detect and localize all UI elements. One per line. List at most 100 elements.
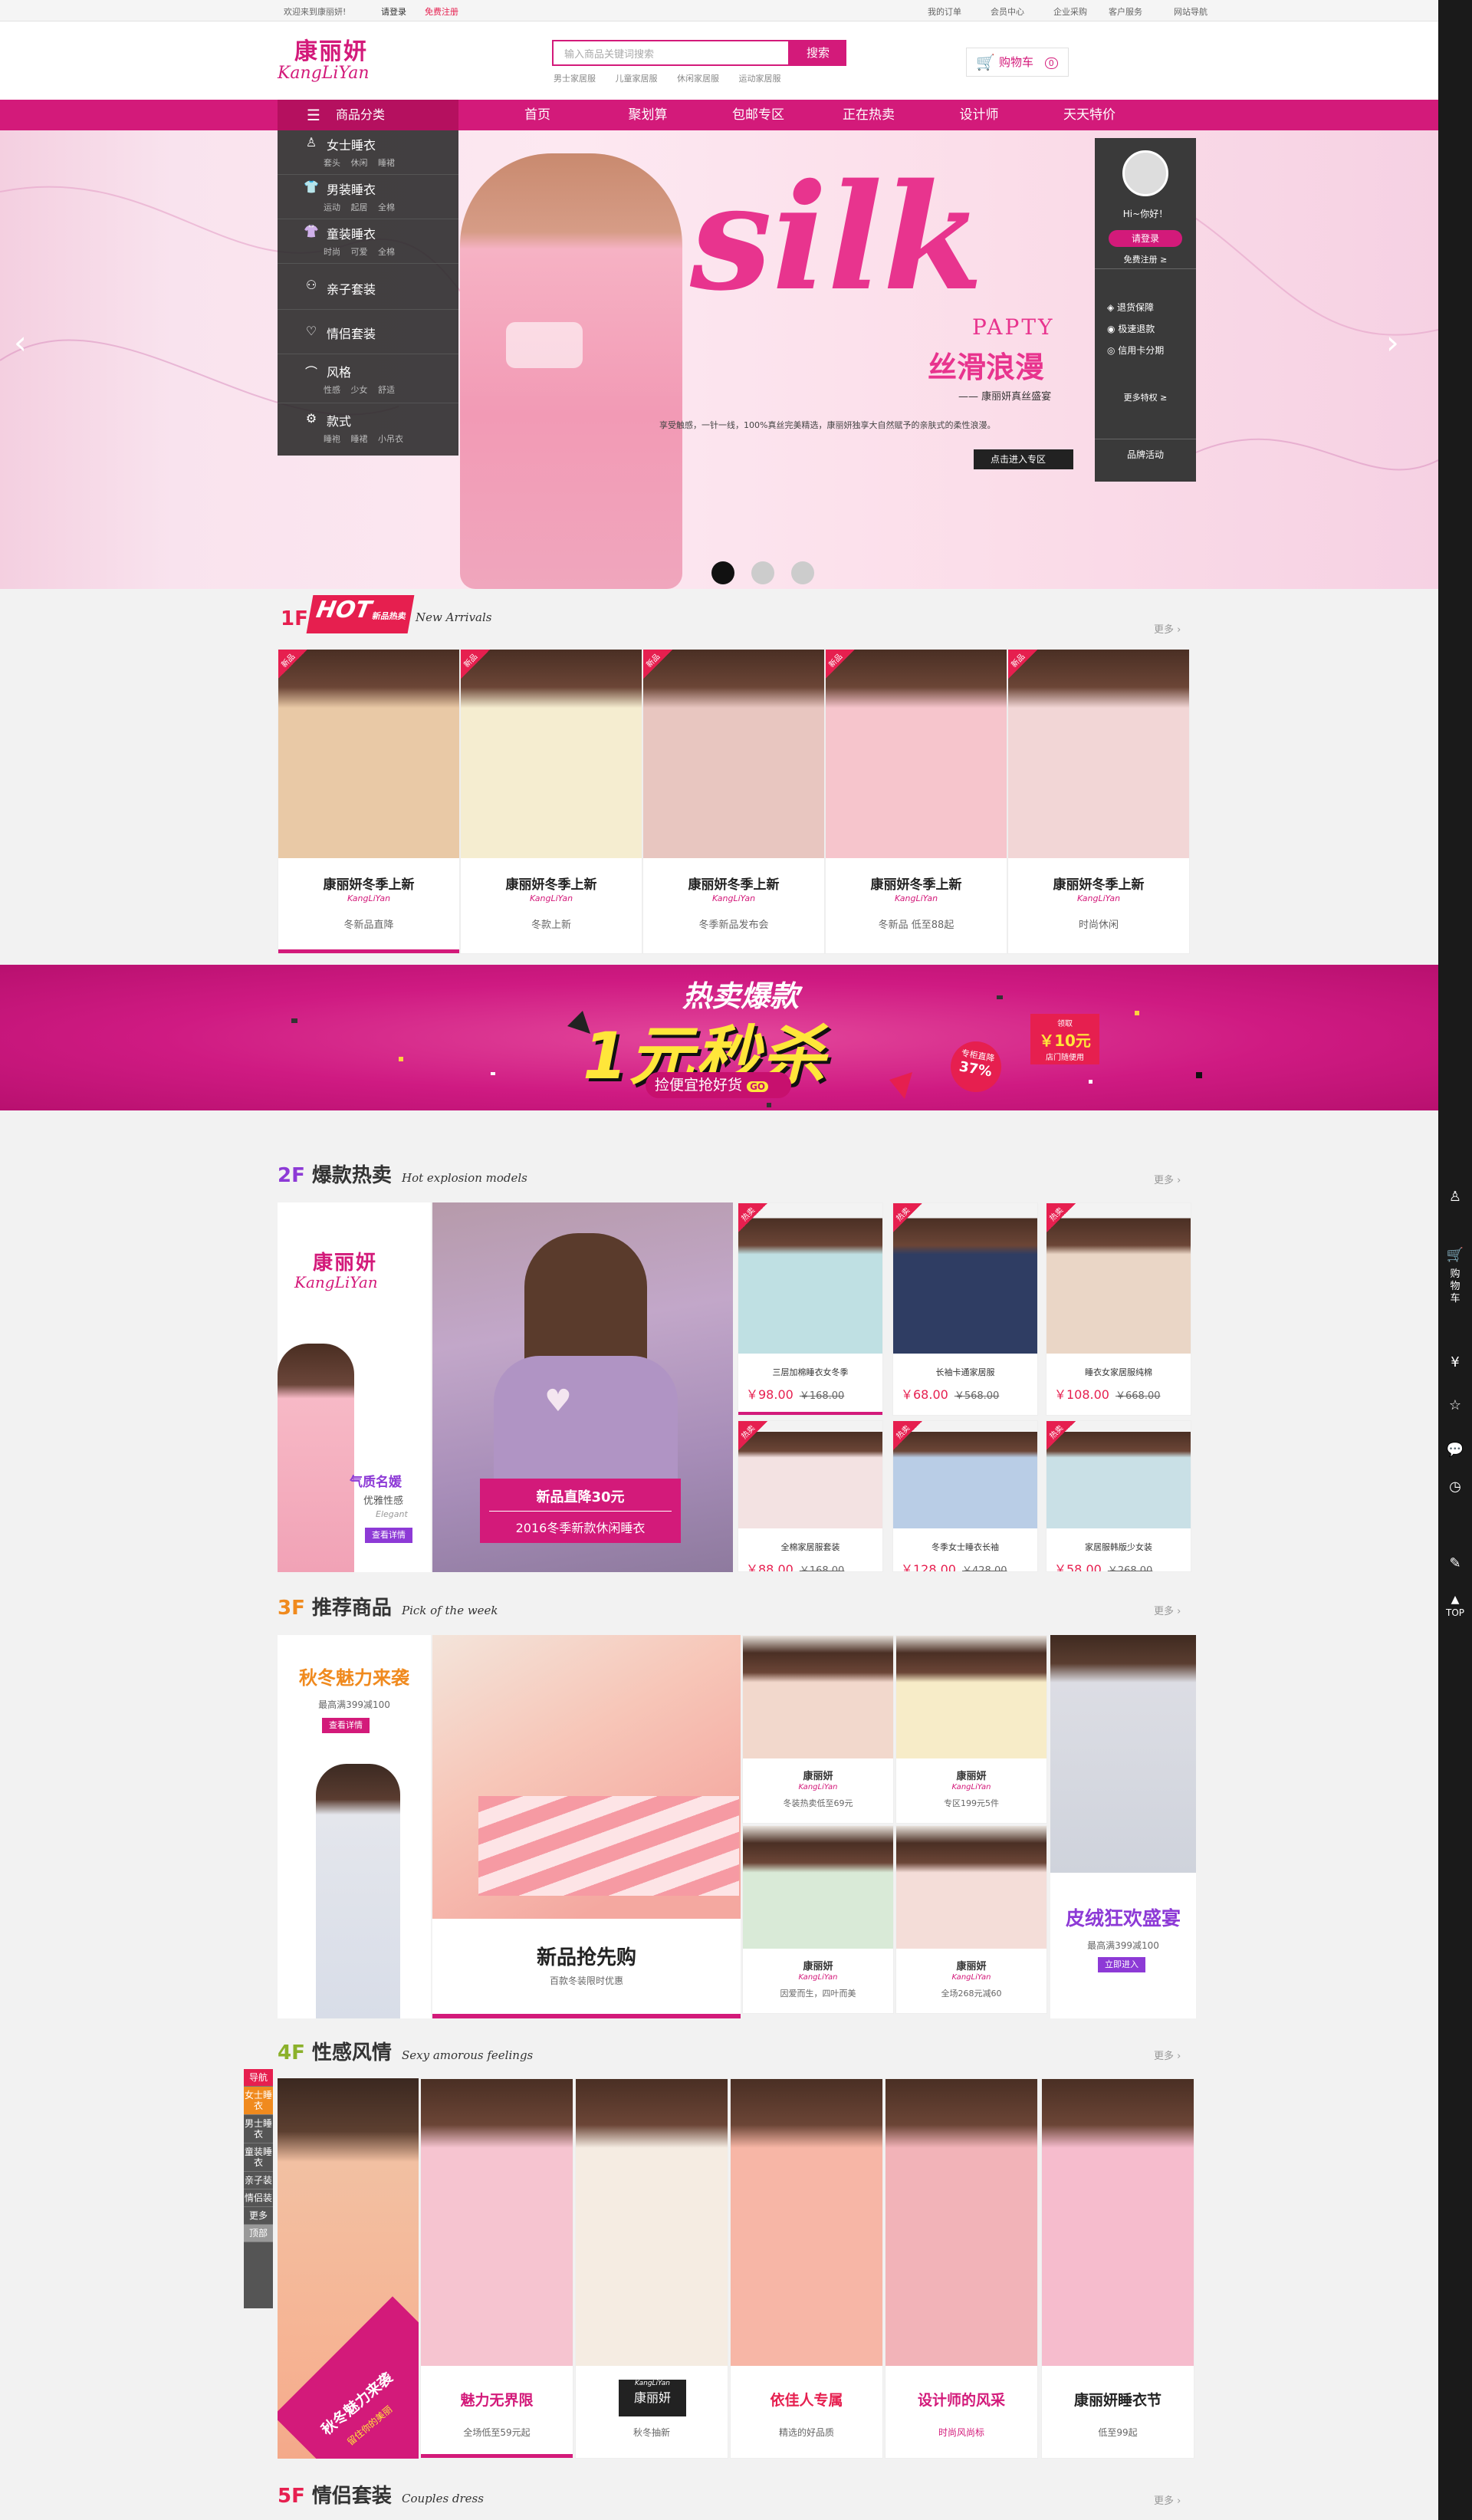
search-button[interactable]: 搜索 (790, 40, 846, 66)
nav-free-shipping[interactable]: 包邮专区 (716, 100, 800, 130)
category-item[interactable]: ⌒ 风格 性感 少女 舒适 (278, 354, 458, 403)
product-card[interactable]: 新品 康丽妍冬季上新 KangLiYan 时尚休闲 (1007, 649, 1190, 954)
category-item[interactable]: ⚇ 亲子套装 (278, 264, 458, 310)
product-card[interactable]: 热卖 长袖卡通家居服 ￥68.00 ￥568.00 (892, 1202, 1038, 1416)
feature-sub: 最高满399减100 (1087, 1940, 1159, 1951)
top-arrow-icon[interactable]: ▲ (1438, 1594, 1472, 1606)
history-icon[interactable]: ◷ (1438, 1479, 1472, 1495)
grid-card[interactable]: 康丽妍 KangLiYan 因爱而生，四叶而美 (742, 1825, 894, 2014)
style-card[interactable]: KangLiYan 康丽妍 秋冬抽新 (575, 2078, 728, 2459)
floor-nav-item[interactable]: 男士睡衣 (244, 2115, 273, 2143)
feature-button[interactable]: 立即进入 (1098, 1957, 1145, 1972)
feature-button[interactable]: 查看详情 (365, 1528, 412, 1543)
back-to-top[interactable]: TOP (1438, 1607, 1472, 1618)
hot-word[interactable]: 男士家居服 (554, 74, 596, 84)
more-link[interactable]: 更多 › (1154, 2492, 1181, 2507)
category-item[interactable]: 👚 童装睡衣 时尚 可爱 全棉 (278, 219, 458, 264)
product-card[interactable]: 新品 康丽妍冬季上新 KangLiYan 冬季新品发布会 (642, 649, 825, 954)
chat-icon[interactable]: 💬 (1438, 1442, 1472, 1458)
next-arrow-icon[interactable]: › (1386, 324, 1399, 361)
logo[interactable]: 康丽妍 KangLiYan (278, 40, 416, 83)
style-card[interactable]: 魅力无界限 全场低至59元起 (420, 2078, 573, 2459)
nav-hot-sale[interactable]: 正在热卖 (826, 100, 911, 130)
hero-banner[interactable]: silk PAPTY 丝滑浪漫 —— 康丽妍真丝盛宴 享受触感，一针一线，100… (0, 130, 1438, 589)
feature-logo-cn: 康丽妍 (313, 1252, 378, 1275)
center-tag[interactable]: 新品直降30元 2016冬季新款休闲睡衣 (480, 1479, 681, 1543)
product-card[interactable]: 新品 康丽妍冬季上新 KangLiYan 冬款上新 (460, 649, 642, 954)
cart-icon[interactable]: 🛒 (1438, 1247, 1472, 1263)
corporate-link[interactable]: 企业采购 (1053, 5, 1087, 18)
more-link[interactable]: 更多 › (1154, 2048, 1181, 2062)
register-link[interactable]: 免费注册 (425, 5, 458, 18)
floor3-center-feature[interactable]: 新品抢先购 百款冬装限时优惠 (432, 1635, 741, 2018)
user-login-button[interactable]: 请登录 (1109, 230, 1182, 247)
category-item[interactable]: ⚙ 款式 睡袍 睡裙 小吊衣 (278, 403, 458, 456)
yen-icon[interactable]: ¥ (1438, 1354, 1472, 1370)
feature-button[interactable]: 查看详情 (322, 1718, 370, 1733)
sidebar-cart-label[interactable]: 购物车 (1438, 1268, 1472, 1305)
promo-banner[interactable]: 热卖爆款 1元秒杀 捡便宜抢好货 GO 专柜直降 37% 领取 ￥10元 店门随… (0, 965, 1438, 1110)
floor-nav-item[interactable]: 童装睡衣 (244, 2143, 273, 2172)
member-link[interactable]: 会员中心 (991, 5, 1024, 18)
login-link[interactable]: 请登录 (381, 5, 406, 18)
category-item[interactable]: 👕 男装睡衣 运动 起居 全棉 (278, 175, 458, 219)
floor-nav-item[interactable]: 更多 (244, 2207, 273, 2225)
my-orders-link[interactable]: 我的订单 (928, 5, 961, 18)
grid-card[interactable]: 康丽妍 KangLiYan 全场268元减60 (895, 1825, 1047, 2014)
floor-nav-item[interactable]: 顶部 (244, 2225, 273, 2242)
hot-word[interactable]: 休闲家居服 (677, 74, 719, 84)
grid-card[interactable]: 康丽妍 KangLiYan 冬装热卖低至69元 (742, 1635, 894, 1824)
cart-button[interactable]: 🛒 购物车 0 (966, 48, 1069, 77)
category-item[interactable]: ♡ 情侣套装 (278, 310, 458, 354)
carousel-dot-3[interactable] (791, 561, 814, 584)
product-card[interactable]: 热卖 冬季女士睡衣长袖 ￥128.00 ￥428.00 (892, 1420, 1038, 1572)
style-card[interactable]: 设计师的风采 时尚风尚标 (885, 2078, 1038, 2459)
floor3-left-feature[interactable]: 秋冬魅力来袭 最高满399减100 查看详情 (278, 1635, 431, 2018)
service-link[interactable]: 客户服务 (1109, 5, 1142, 18)
grid-card[interactable]: 康丽妍 KangLiYan 专区199元5件 (895, 1635, 1047, 1824)
product-card[interactable]: 热卖 睡衣女家居服纯棉 ￥108.00 ￥668.00 (1046, 1202, 1191, 1416)
floor3-right-feature[interactable]: 皮绒狂欢盛宴 最高满399减100 立即进入 (1050, 1635, 1196, 2018)
star-icon[interactable]: ☆ (1438, 1397, 1472, 1413)
floor2-left-feature[interactable]: 康丽妍 KangLiYan 气质名媛 优雅性感 Elegant 查看详情 (278, 1202, 431, 1572)
category-menu-button[interactable]: ☰ 商品分类 (278, 100, 458, 130)
product-card[interactable]: 新品 康丽妍冬季上新 KangLiYan 冬新品直降 (278, 649, 460, 954)
hot-badge: HOT 新品热卖 (306, 595, 415, 633)
user-register-link[interactable]: 免费注册 ≥ (1095, 253, 1196, 265)
floor-nav-item[interactable]: 情侣装 (244, 2189, 273, 2207)
category-item[interactable]: ♙ 女士睡衣 套头 休闲 睡裙 (278, 130, 458, 175)
carousel-dot-2[interactable] (751, 561, 774, 584)
more-perks-link[interactable]: 更多特权 ≥ (1095, 391, 1196, 403)
search-input[interactable]: 输入商品关键词搜索 (552, 40, 790, 66)
coupon-badge[interactable]: 领取 ￥10元 店门随便用 (1030, 1014, 1099, 1064)
style-card[interactable]: 康丽妍睡衣节 低至99起 (1041, 2078, 1194, 2459)
nav-juhuasuan[interactable]: 聚划算 (606, 100, 690, 130)
promo-sub-button[interactable]: 捡便宜抢好货 GO (646, 1072, 791, 1098)
product-card[interactable]: 热卖 家居服韩版少女装 ￥58.00 ￥268.00 (1046, 1420, 1191, 1572)
carousel-dot-1[interactable] (711, 561, 734, 584)
site-nav-link[interactable]: 网站导航 (1174, 5, 1208, 18)
more-link[interactable]: 更多 › (1154, 1172, 1181, 1186)
nav-daily-deals[interactable]: 天天特价 (1047, 100, 1132, 130)
style-card[interactable]: 依佳人专属 精选的好品质 (730, 2078, 883, 2459)
floor-nav-item[interactable]: 女士睡衣 (244, 2087, 273, 2115)
floor-nav-item[interactable]: 亲子装 (244, 2172, 273, 2189)
hot-word[interactable]: 儿童家居服 (616, 74, 658, 84)
more-link[interactable]: 更多 › (1154, 1603, 1181, 1617)
nav-home[interactable]: 首页 (495, 100, 580, 130)
brand-activity-link[interactable]: 品牌活动 (1095, 448, 1196, 461)
product-card[interactable]: 热卖 全棉家居服套装 ￥88.00 ￥168.00 (738, 1420, 883, 1572)
edit-icon[interactable]: ✎ (1438, 1555, 1472, 1571)
product-card[interactable]: 热卖 三层加棉睡衣女冬季 ￥98.00 ￥168.00 (738, 1202, 883, 1416)
product-card[interactable]: 新品 康丽妍冬季上新 KangLiYan 冬新品 低至88起 (825, 649, 1007, 954)
more-link[interactable]: 更多 › (1154, 621, 1181, 636)
prev-arrow-icon[interactable]: ‹ (14, 324, 27, 361)
hot-word[interactable]: 运动家居服 (739, 74, 781, 84)
banner-party: PAPTY (972, 314, 1055, 340)
floor4-left-feature[interactable]: 秋冬魅力来袭 留住你的美丽 (278, 2078, 419, 2459)
floor2-center-feature[interactable]: ♥ 新品直降30元 2016冬季新款休闲睡衣 (432, 1202, 733, 1572)
floor-nav-item[interactable]: 导航 (244, 2069, 273, 2087)
banner-cta[interactable]: 点击进入专区 (974, 449, 1073, 469)
nav-designer[interactable]: 设计师 (937, 100, 1021, 130)
user-icon[interactable]: ♙ (1438, 1189, 1472, 1205)
